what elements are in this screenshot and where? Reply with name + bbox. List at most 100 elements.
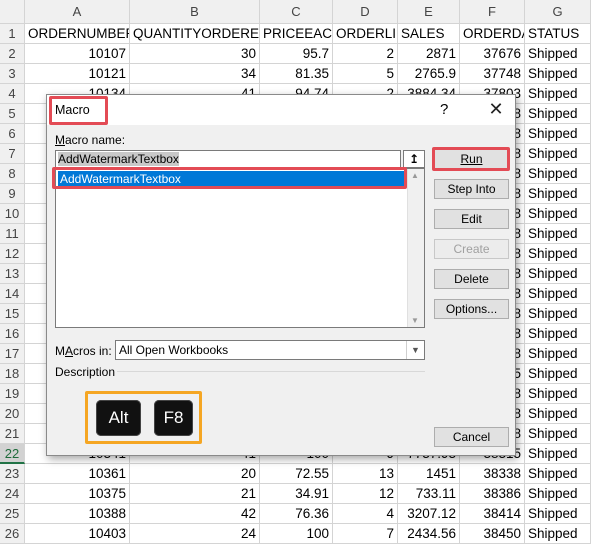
row-header[interactable]: 8 <box>0 164 25 184</box>
options-button[interactable]: Options... <box>434 299 509 319</box>
row-header[interactable]: 12 <box>0 244 25 264</box>
table-cell[interactable]: 12 <box>333 484 398 504</box>
table-cell[interactable]: SALES <box>398 24 460 44</box>
table-cell[interactable]: 20 <box>130 464 260 484</box>
column-header[interactable]: E <box>398 0 460 24</box>
table-cell[interactable]: ORDERNUMBER <box>25 24 130 44</box>
delete-button[interactable]: Delete <box>434 269 509 289</box>
scroll-up-icon[interactable]: ▲ <box>411 171 419 180</box>
row-header[interactable]: 13 <box>0 264 25 284</box>
column-header[interactable]: G <box>525 0 591 24</box>
table-cell[interactable]: STATUS <box>525 24 591 44</box>
macros-in-select[interactable]: All Open Workbooks ▼ <box>115 340 425 360</box>
table-cell[interactable]: Shipped <box>525 164 591 184</box>
table-cell[interactable]: 10361 <box>25 464 130 484</box>
table-cell[interactable]: Shipped <box>525 64 591 84</box>
table-cell[interactable]: Shipped <box>525 44 591 64</box>
table-cell[interactable]: Shipped <box>525 204 591 224</box>
select-all-corner[interactable] <box>0 0 25 24</box>
table-cell[interactable]: ORDERLIN <box>333 24 398 44</box>
table-cell[interactable]: 3207.12 <box>398 504 460 524</box>
chevron-down-icon[interactable]: ▼ <box>406 341 424 359</box>
table-cell[interactable]: Shipped <box>525 144 591 164</box>
table-cell[interactable]: Shipped <box>525 224 591 244</box>
row-header[interactable]: 7 <box>0 144 25 164</box>
row-header[interactable]: 11 <box>0 224 25 244</box>
edit-button[interactable]: Edit <box>434 209 509 229</box>
upload-arrow-icon[interactable]: ↥ <box>403 150 425 168</box>
macro-list[interactable]: AddWatermarkTextbox ▲ ▼ <box>55 168 425 328</box>
row-header[interactable]: 26 <box>0 524 25 544</box>
table-cell[interactable]: 34.91 <box>260 484 333 504</box>
table-cell[interactable]: 76.36 <box>260 504 333 524</box>
table-cell[interactable]: Shipped <box>525 444 591 464</box>
scroll-down-icon[interactable]: ▼ <box>411 316 419 325</box>
row-header[interactable]: 14 <box>0 284 25 304</box>
column-header[interactable]: A <box>25 0 130 24</box>
row-header[interactable]: 16 <box>0 324 25 344</box>
table-cell[interactable]: 733.11 <box>398 484 460 504</box>
table-cell[interactable]: 2765.9 <box>398 64 460 84</box>
table-cell[interactable]: 2434.56 <box>398 524 460 544</box>
table-cell[interactable]: ORDERDA <box>460 24 525 44</box>
table-cell[interactable]: Shipped <box>525 424 591 444</box>
table-cell[interactable]: 81.35 <box>260 64 333 84</box>
table-cell[interactable]: Shipped <box>525 84 591 104</box>
table-cell[interactable]: Shipped <box>525 384 591 404</box>
table-cell[interactable]: 100 <box>260 524 333 544</box>
row-header[interactable]: 20 <box>0 404 25 424</box>
column-header[interactable]: C <box>260 0 333 24</box>
table-cell[interactable]: PRICEEACH <box>260 24 333 44</box>
row-header[interactable]: 3 <box>0 64 25 84</box>
table-cell[interactable]: 1451 <box>398 464 460 484</box>
table-cell[interactable]: 10375 <box>25 484 130 504</box>
row-header[interactable]: 23 <box>0 464 25 484</box>
table-cell[interactable]: Shipped <box>525 244 591 264</box>
row-header[interactable]: 10 <box>0 204 25 224</box>
column-header[interactable]: F <box>460 0 525 24</box>
list-scrollbar[interactable]: ▲ ▼ <box>407 169 424 327</box>
row-header[interactable]: 22 <box>0 444 25 464</box>
table-cell[interactable]: Shipped <box>525 504 591 524</box>
column-header[interactable]: B <box>130 0 260 24</box>
table-cell[interactable]: Shipped <box>525 184 591 204</box>
row-header[interactable]: 4 <box>0 84 25 104</box>
table-cell[interactable]: 95.7 <box>260 44 333 64</box>
table-cell[interactable]: 72.55 <box>260 464 333 484</box>
table-cell[interactable]: 4 <box>333 504 398 524</box>
row-header[interactable]: 1 <box>0 24 25 44</box>
macro-name-input[interactable]: AddWatermarkTextbox <box>55 150 401 168</box>
table-cell[interactable]: Shipped <box>525 524 591 544</box>
table-cell[interactable]: Shipped <box>525 324 591 344</box>
table-cell[interactable]: 37748 <box>460 64 525 84</box>
table-cell[interactable]: 30 <box>130 44 260 64</box>
row-header[interactable]: 2 <box>0 44 25 64</box>
row-header[interactable]: 24 <box>0 484 25 504</box>
table-cell[interactable]: Shipped <box>525 304 591 324</box>
table-cell[interactable]: Shipped <box>525 464 591 484</box>
table-cell[interactable]: Shipped <box>525 364 591 384</box>
row-header[interactable]: 19 <box>0 384 25 404</box>
table-cell[interactable]: 10403 <box>25 524 130 544</box>
table-cell[interactable]: Shipped <box>525 104 591 124</box>
row-header[interactable]: 25 <box>0 504 25 524</box>
table-cell[interactable]: 5 <box>333 64 398 84</box>
table-cell[interactable]: Shipped <box>525 284 591 304</box>
table-cell[interactable]: Shipped <box>525 404 591 424</box>
table-cell[interactable]: 38386 <box>460 484 525 504</box>
table-cell[interactable]: 10121 <box>25 64 130 84</box>
table-cell[interactable]: 10107 <box>25 44 130 64</box>
help-button[interactable]: ? <box>440 101 448 118</box>
table-cell[interactable]: 13 <box>333 464 398 484</box>
close-button[interactable]: ✕ <box>479 95 513 123</box>
row-header[interactable]: 9 <box>0 184 25 204</box>
row-header[interactable]: 18 <box>0 364 25 384</box>
table-cell[interactable]: 34 <box>130 64 260 84</box>
table-cell[interactable]: 2 <box>333 44 398 64</box>
table-cell[interactable]: 42 <box>130 504 260 524</box>
table-cell[interactable]: Shipped <box>525 344 591 364</box>
table-cell[interactable]: 38414 <box>460 504 525 524</box>
table-cell[interactable]: 24 <box>130 524 260 544</box>
table-cell[interactable]: 38450 <box>460 524 525 544</box>
table-cell[interactable]: QUANTITYORDERED <box>130 24 260 44</box>
